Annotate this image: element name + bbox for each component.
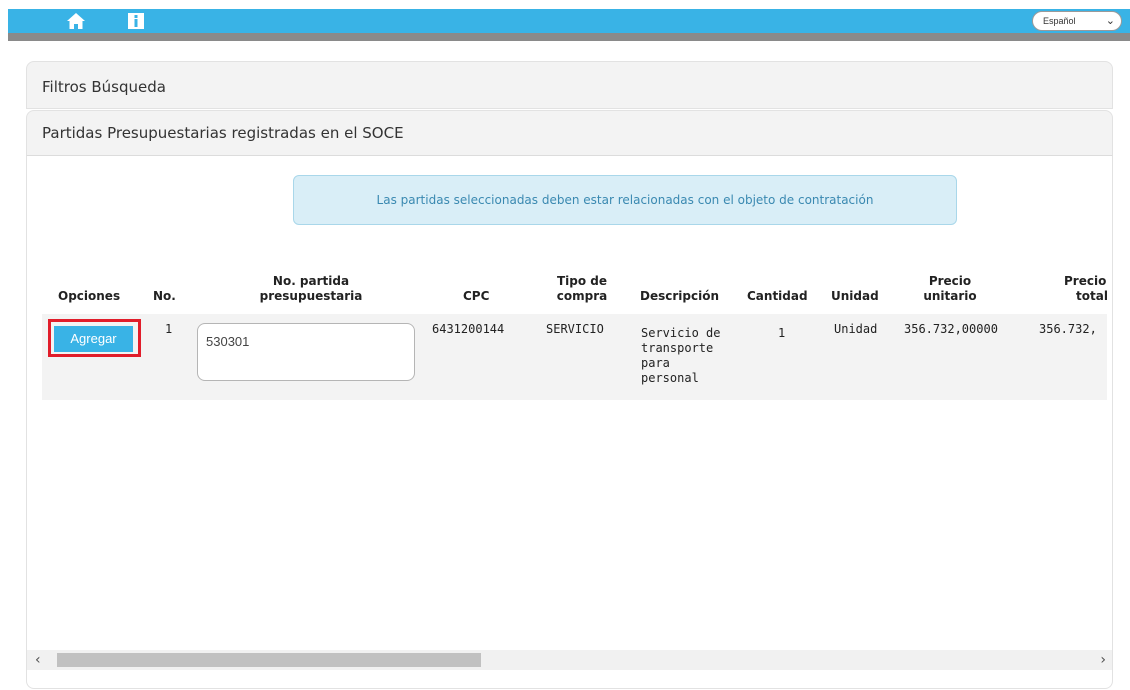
- cell-unidad: Unidad: [834, 322, 878, 336]
- filters-panel[interactable]: Filtros Búsqueda: [26, 61, 1113, 109]
- col-header-descripcion: Descripción: [640, 289, 719, 303]
- col-header-precio-unitario-line1: Precio: [928, 274, 972, 288]
- col-header-cpc: CPC: [463, 289, 490, 303]
- chevron-left-icon[interactable]: ‹: [35, 650, 41, 670]
- cell-no: 1: [165, 322, 173, 336]
- cell-cpc: 6431200144: [432, 322, 505, 336]
- horizontal-scrollbar[interactable]: ‹ ›: [27, 650, 1112, 670]
- col-header-tipo-line1: Tipo de: [556, 274, 608, 288]
- language-select-value: Español: [1043, 16, 1076, 26]
- filters-panel-title[interactable]: Filtros Búsqueda: [27, 62, 1112, 96]
- cell-descripcion: Servicio de transporte para personal: [641, 326, 720, 386]
- header-divider: [8, 33, 1130, 41]
- col-header-precio-unitario: Precio unitario: [915, 274, 985, 304]
- language-select[interactable]: Español ⌄: [1032, 11, 1122, 31]
- chevron-right-icon[interactable]: ›: [1100, 650, 1106, 670]
- cell-descripcion-line1: Servicio de: [641, 326, 721, 340]
- col-header-precio-unitario-line2: unitario: [923, 289, 977, 303]
- cell-descripcion-line2: transporte: [641, 341, 714, 355]
- col-header-partida-line2: presupuestaria: [259, 289, 363, 303]
- partidas-panel-title: Partidas Presupuestarias registradas en …: [42, 124, 404, 142]
- cell-precio-total: 356.732,: [1039, 322, 1097, 336]
- col-header-precio-total-line1: Precio: [1064, 274, 1107, 288]
- col-header-partida: No. partida presupuestaria: [243, 274, 379, 304]
- col-header-tipo-line2: compra: [556, 289, 608, 303]
- col-header-precio-total-line2: total: [1076, 289, 1108, 303]
- chevron-down-icon: ⌄: [1105, 15, 1115, 27]
- cell-descripcion-line3: para: [641, 356, 670, 370]
- col-header-tipo: Tipo de compra: [547, 274, 617, 304]
- partida-input[interactable]: 530301: [197, 323, 415, 381]
- col-header-precio-total: Precio total: [1064, 274, 1112, 304]
- partidas-panel-body: Las partidas seleccionadas deben estar r…: [26, 156, 1113, 689]
- cell-cantidad: 1: [778, 326, 786, 340]
- home-icon[interactable]: [66, 11, 86, 31]
- agregar-button[interactable]: Agregar: [54, 326, 133, 352]
- cell-precio-unitario: 356.732,00000: [904, 322, 998, 336]
- cell-descripcion-line4: personal: [641, 371, 699, 385]
- top-nav-bar: Español ⌄: [8, 9, 1130, 33]
- col-header-unidad: Unidad: [831, 289, 879, 303]
- partidas-panel-header: Partidas Presupuestarias registradas en …: [26, 110, 1113, 156]
- cell-tipo: SERVICIO: [546, 322, 604, 336]
- info-icon[interactable]: [126, 11, 146, 31]
- col-header-opciones: Opciones: [58, 289, 121, 303]
- col-header-no: No.: [153, 289, 176, 303]
- col-header-cantidad: Cantidad: [747, 289, 808, 303]
- col-header-partida-line1: No. partida: [272, 274, 350, 288]
- info-alert: Las partidas seleccionadas deben estar r…: [293, 175, 957, 225]
- scrollbar-thumb[interactable]: [57, 653, 481, 667]
